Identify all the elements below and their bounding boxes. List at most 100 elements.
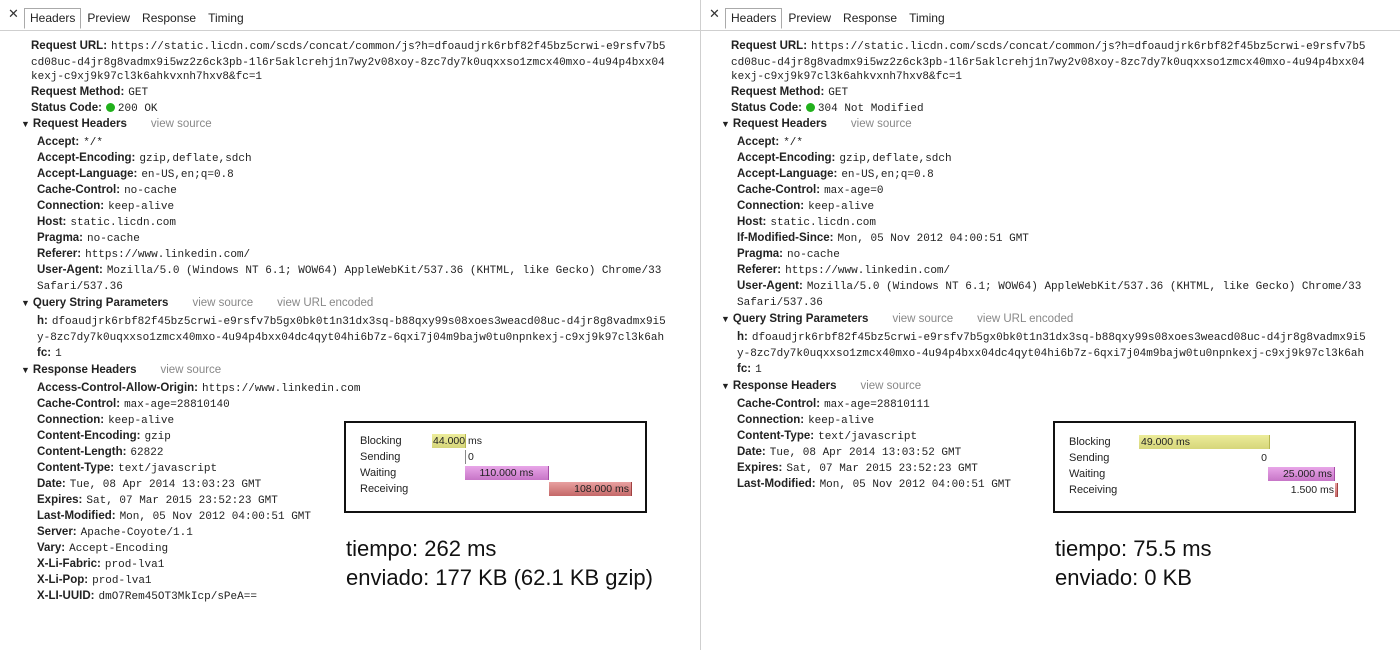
header-value: Mozilla/5.0 (Windows NT 6.1; WOW64) Appl… <box>106 265 662 277</box>
header-value: no-cache <box>787 249 840 261</box>
timing-bar-waiting: 25.000 ms <box>1268 467 1335 481</box>
header-value: gzip,deflate,sdch <box>839 153 952 165</box>
header-key: Cache-Control: <box>737 184 821 196</box>
header-value: no-cache <box>87 233 140 245</box>
status-code-label: Status Code: <box>31 102 102 114</box>
header-value: static.licdn.com <box>70 217 177 229</box>
header-row: Accept-Language: en-US,en;q=0.8 <box>37 167 234 182</box>
status-code-value: 200 OK <box>117 103 158 115</box>
header-value: Safari/537.36 <box>37 281 123 293</box>
query-string-section[interactable]: ▼ Query String Parameters view source view … <box>721 312 1073 326</box>
header-value: Mon, 05 Nov 2012 04:00:51 GMT <box>819 479 1012 491</box>
header-key: Last-Modified: <box>37 510 116 522</box>
header-row: Pragma: no-cache <box>37 231 140 246</box>
header-value: max-age=28810111 <box>824 399 930 411</box>
header-row: Content-Length: 62822 <box>37 445 163 460</box>
view-source-link[interactable]: view source <box>851 118 912 130</box>
header-value: Mon, 05 Nov 2012 04:00:51 GMT <box>837 233 1029 245</box>
right-network-panel: ✕ Headers Preview Response Timing Reques… <box>701 0 1400 650</box>
header-row: Content-Encoding: gzip <box>37 429 171 444</box>
timing-box: Blocking Sending Waiting Receiving 44.00… <box>344 421 647 513</box>
header-key: Date: <box>37 478 66 490</box>
timing-bar-receiving <box>1335 483 1338 497</box>
timing-bar-blocking: 49.000 ms <box>1139 435 1270 449</box>
tab-timing[interactable]: Timing <box>903 8 951 29</box>
header-row: X-Li-Fabric: prod-lva1 <box>37 557 164 572</box>
view-source-link[interactable]: view source <box>892 313 953 325</box>
close-icon[interactable]: ✕ <box>709 6 720 22</box>
header-key: Expires: <box>737 462 783 474</box>
tab-headers[interactable]: Headers <box>725 8 783 29</box>
request-url-value-cont: cd08uc-d4jr8g8vadmx9i5wz2z6ck3pb-1l6r5ak… <box>731 57 1365 69</box>
header-key: Pragma: <box>737 248 784 260</box>
header-value: Mon, 05 Nov 2012 04:00:51 GMT <box>119 511 312 523</box>
header-row: If-Modified-Since: Mon, 05 Nov 2012 04:00… <box>737 231 1029 246</box>
timing-label-blocking: Blocking <box>360 435 402 447</box>
timing-bar-sending <box>465 450 466 464</box>
header-value: gzip,deflate,sdch <box>139 153 252 165</box>
header-key: Accept: <box>37 136 80 148</box>
header-key: Content-Encoding: <box>37 430 141 442</box>
triangle-down-icon: ▼ <box>721 119 730 129</box>
header-value: keep-alive <box>808 201 875 213</box>
header-row: Connection: keep-alive <box>737 199 874 214</box>
request-method-value: GET <box>828 87 849 99</box>
header-row: Accept: */* <box>37 135 103 150</box>
header-key: Host: <box>37 216 67 228</box>
header-value: static.licdn.com <box>770 217 877 229</box>
query-param-value-cont: y-8zc7dy7k0uqxxso1zmcx40mxo-4u94p4bxx04d… <box>37 332 665 344</box>
timing-box: Blocking Sending Waiting Receiving 49.00… <box>1053 421 1356 513</box>
header-key: Host: <box>737 216 767 228</box>
request-headers-section[interactable]: ▼ Request Headers view source <box>721 117 912 131</box>
response-headers-section[interactable]: ▼ Response Headers view source <box>721 379 921 393</box>
request-url-value-cont2: kexj-c9xj9k97cl3k6ahkvxnh7hxv8&fc=1 <box>31 71 263 83</box>
tab-response[interactable]: Response <box>136 8 202 29</box>
response-headers-section[interactable]: ▼ Response Headers view source <box>21 363 221 377</box>
request-headers-section[interactable]: ▼ Request Headers view source <box>21 117 212 131</box>
triangle-down-icon: ▼ <box>21 365 30 375</box>
header-key: Content-Type: <box>37 462 115 474</box>
header-row: Pragma: no-cache <box>737 247 840 262</box>
view-source-link[interactable]: view source <box>151 118 212 130</box>
header-key: Pragma: <box>37 232 84 244</box>
request-url-value-cont2: kexj-c9xj9k97cl3k6ahkvxnh7hxv8&fc=1 <box>731 71 963 83</box>
timing-bar-blocking: 44.000 ms <box>432 434 483 448</box>
tab-response[interactable]: Response <box>837 8 903 29</box>
header-row: Last-Modified: Mon, 05 Nov 2012 04:00:51 … <box>37 509 311 524</box>
header-key: Content-Type: <box>737 430 815 442</box>
header-value: keep-alive <box>108 415 175 427</box>
view-source-link[interactable]: view source <box>192 297 253 309</box>
header-row: Connection: keep-alive <box>37 413 174 428</box>
header-row: Cache-Control: max-age=0 <box>737 183 883 198</box>
header-value: keep-alive <box>108 201 175 213</box>
query-param-fc: fc: 1 <box>37 346 62 361</box>
tab-preview[interactable]: Preview <box>81 8 136 29</box>
status-ok-icon <box>105 103 115 112</box>
status-code-row: Status Code: 200 OK <box>31 101 158 116</box>
query-param-h: h: dfoaudjrk6rbf82f45bz5crwi-e9rsfv7b5gx0… <box>737 330 1366 345</box>
view-source-link[interactable]: view source <box>860 380 921 392</box>
timing-value-receiving: 1.500 ms <box>1290 484 1334 496</box>
query-string-section[interactable]: ▼ Query String Parameters view source view … <box>21 296 373 310</box>
close-icon[interactable]: ✕ <box>8 6 19 22</box>
request-headers-title: Request Headers <box>732 118 827 130</box>
request-method-row: Request Method: GET <box>731 85 848 100</box>
request-url-value: https://static.licdn.com/scds/concat/com… <box>111 41 666 53</box>
header-key: Accept-Language: <box>37 168 138 180</box>
header-key: Connection: <box>37 414 105 426</box>
header-value: */* <box>783 137 803 149</box>
request-url-row: Request URL: https://static.licdn.com/scd… <box>731 39 1366 54</box>
header-value: prod-lva1 <box>104 559 165 571</box>
request-url-row-cont2: kexj-c9xj9k97cl3k6ahkvxnh7hxv8&fc=1 <box>731 69 962 84</box>
header-row: Accept-Encoding: gzip,deflate,sdch <box>737 151 952 166</box>
view-url-encoded-link[interactable]: view URL encoded <box>277 297 373 309</box>
tab-headers[interactable]: Headers <box>24 8 82 29</box>
view-source-link[interactable]: view source <box>160 364 221 376</box>
tab-timing[interactable]: Timing <box>202 8 250 29</box>
status-code-value: 304 Not Modified <box>817 103 924 115</box>
tab-preview[interactable]: Preview <box>782 8 837 29</box>
header-key: Referer: <box>37 248 82 260</box>
view-url-encoded-link[interactable]: view URL encoded <box>977 313 1073 325</box>
timing-label-blocking: Blocking <box>1069 436 1111 448</box>
triangle-down-icon: ▼ <box>21 298 30 308</box>
